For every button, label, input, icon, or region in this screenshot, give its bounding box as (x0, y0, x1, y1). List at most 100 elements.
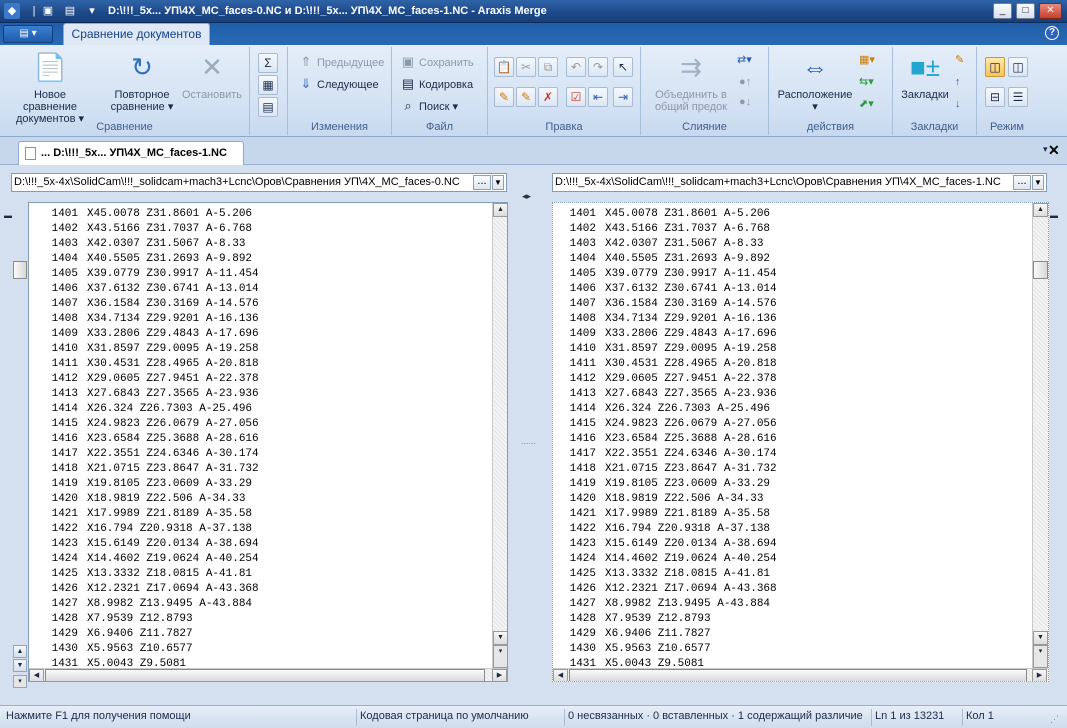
right-scroll-right-icon[interactable]: ▶ (1032, 669, 1047, 681)
left-overview-thumb[interactable] (13, 261, 27, 279)
mode-stacked-icon[interactable]: ☰ (1008, 87, 1028, 107)
copy-icon[interactable]: ⧉ (538, 57, 558, 77)
options-icon[interactable]: ▤ (258, 97, 278, 117)
cut-icon[interactable]: ✂ (516, 57, 536, 77)
quick-access-dropdown-icon[interactable]: ▾ (84, 3, 100, 19)
line-text: X6.9406 Z11.7827 (605, 628, 711, 640)
left-browse-button[interactable]: ... (473, 175, 491, 190)
xml-icon[interactable]: ▦▾ (859, 51, 875, 69)
right-scroll-left-icon[interactable]: ◀ (553, 669, 568, 681)
bookmark-down-icon[interactable]: ↓ (955, 95, 961, 113)
right-text-pane[interactable]: 1401 X45.0078 Z31.8601 A-5.206 1402 X43.516… (552, 202, 1049, 682)
right-scroll-down-icon[interactable]: ▼ (1033, 631, 1048, 645)
left-scroll-down-icon[interactable]: ▼ (493, 631, 507, 645)
merge-arrows-icon[interactable]: ⇄▾ (737, 51, 752, 69)
repeat-compare-button[interactable]: ↻ Повторное сравнение ▾ (104, 51, 180, 113)
help-icon[interactable]: ? (1045, 26, 1059, 40)
maximize-button[interactable]: □ (1016, 3, 1035, 19)
new-compare-button[interactable]: 📄 Новое сравнение документов ▾ (6, 51, 94, 125)
edit-up-icon[interactable]: ✎ (494, 87, 514, 107)
left-horizontal-scrollbar[interactable]: ◀ ▶ (29, 668, 507, 681)
right-path-dropdown-icon[interactable]: ▼ (1032, 175, 1044, 190)
close-window-button[interactable]: ✕ (1039, 3, 1062, 19)
edit-delete-icon[interactable]: ✗ (538, 87, 558, 107)
new-compare-label: Новое сравнение документов (15, 89, 78, 125)
left-scroll-right-icon[interactable]: ▶ (492, 669, 507, 681)
layout-button[interactable]: ⇔ Расположение ▾ (775, 51, 855, 113)
splitter-arrows-icon[interactable]: ◂▸ (522, 191, 531, 202)
undo-icon[interactable]: ↶ (566, 57, 586, 77)
save-quick-icon[interactable]: ▣ (40, 3, 56, 19)
select-cursor-icon[interactable]: ↖ (613, 57, 633, 77)
code-line: 1404 X40.5505 Z31.2693 A-9.892 (29, 252, 259, 267)
mode-rows-icon[interactable]: ⊟ (985, 87, 1005, 107)
merge-dot-down-icon[interactable]: ●↓ (739, 93, 751, 111)
redo-icon[interactable]: ↷ (588, 57, 608, 77)
left-scroll-bottom-icon[interactable]: ▼ (13, 659, 27, 672)
document-tab[interactable]: ... D:\!!!_5x... УП\4X_MC_faces-1.NC (18, 141, 244, 165)
encoding-button[interactable]: ▤ Кодировка (400, 75, 473, 93)
indent-right-icon[interactable]: ⇥ (613, 87, 633, 107)
bookmarks-button[interactable]: ■± Закладки (897, 51, 953, 101)
right-scroll-next-diff-icon[interactable]: ▾ (1033, 645, 1048, 668)
export-icon[interactable]: ⬈▾ (859, 95, 874, 113)
bookmark-edit-icon[interactable]: ✎ (955, 51, 964, 69)
right-browse-button[interactable]: ... (1013, 175, 1031, 190)
left-file-path-field[interactable]: D:\!!!_5x-4x\SolidCam\!!!_solidcam+mach3… (11, 173, 507, 192)
edit-check-icon[interactable]: ☑ (566, 87, 586, 107)
left-scroll-mark-icon[interactable]: ▾ (13, 675, 27, 688)
left-horizontal-thumb[interactable] (45, 669, 485, 681)
right-vertical-scrollbar[interactable]: ▲ ▼ ▾ (1032, 203, 1048, 668)
right-file-path-field[interactable]: D:\!!!_5x-4x\SolidCam\!!!_solidcam+mach3… (552, 173, 1047, 192)
search-button[interactable]: ⌕ Поиск ▾ (400, 97, 458, 115)
report-icon[interactable]: ▦ (258, 75, 278, 95)
resize-grip-icon[interactable]: ⋰ (1050, 714, 1059, 725)
line-number: 1428 (51, 613, 78, 625)
left-scroll-next-diff-icon[interactable]: ▾ (493, 645, 507, 668)
previous-change-button[interactable]: ⇑ Предыдущее (298, 53, 385, 71)
code-line: 1406 X37.6132 Z30.6741 A-13.014 (553, 282, 777, 297)
next-change-button[interactable]: ⇓ Следующее (298, 75, 379, 93)
merge-dot-up-icon[interactable]: ●↑ (739, 73, 751, 91)
left-scroll-up-icon[interactable]: ▲ (493, 203, 507, 217)
line-number: 1410 (51, 343, 78, 355)
indent-left-icon[interactable]: ⇤ (588, 87, 608, 107)
left-text-pane[interactable]: 1401 X45.0078 Z31.8601 A-5.206 1402 X43.516… (28, 202, 508, 682)
line-number: 1403 (51, 238, 78, 250)
right-scroll-up-icon[interactable]: ▲ (1033, 203, 1048, 217)
splitter-handle[interactable]: ...... (521, 436, 536, 446)
bookmark-up-icon[interactable]: ↑ (955, 73, 961, 91)
code-line: 1415 X24.9823 Z26.0679 A-27.056 (553, 417, 777, 432)
document-tab-bar: ... D:\!!!_5x... УП\4X_MC_faces-1.NC ✕ ▾ (0, 137, 1067, 165)
paste-icon[interactable]: 📋 (494, 57, 514, 77)
app-icon[interactable]: ◆ (4, 3, 20, 19)
left-scroll-top-icon[interactable]: ▲ (13, 645, 27, 658)
application-menu-button[interactable]: ▤ ▾ (3, 25, 53, 43)
sum-icon[interactable]: Σ (258, 53, 278, 73)
stop-button[interactable]: ✕ Остановить (180, 51, 244, 101)
line-text: X15.6149 Z20.0134 A-38.694 (87, 538, 259, 550)
edit-down-icon[interactable]: ✎ (516, 87, 536, 107)
mode-columns-icon[interactable]: ◫ (1008, 57, 1028, 77)
tab-document-comparison[interactable]: Сравнение документов (63, 23, 210, 45)
mode-side-by-side-icon[interactable]: ◫ (985, 57, 1005, 77)
left-path-dropdown-icon[interactable]: ▼ (492, 175, 504, 190)
line-text: X22.3551 Z24.6346 A-30.174 (605, 448, 777, 460)
code-line: 1424 X14.4602 Z19.0624 A-40.254 (29, 552, 259, 567)
merge-common-ancestor-button[interactable]: ⇉ Объединить в общий предок (647, 51, 735, 113)
swap-icon[interactable]: ⇆▾ (859, 73, 874, 91)
left-vertical-scrollbar[interactable]: ▲ ▼ ▾ (492, 203, 507, 668)
open-quick-icon[interactable]: ▤ (62, 3, 78, 19)
save-button[interactable]: ▣ Сохранить (400, 53, 474, 71)
line-text: X17.9989 Z21.8189 A-35.58 (605, 508, 771, 520)
minimize-button[interactable]: _ (993, 3, 1012, 19)
status-help-text: Нажмите F1 для получения помощи (6, 710, 191, 722)
code-line: 1420 X18.9819 Z22.506 A-34.33 (29, 492, 259, 507)
right-vertical-thumb[interactable] (1033, 261, 1048, 279)
left-scroll-left-icon[interactable]: ◀ (29, 669, 44, 681)
close-tab-icon[interactable]: ✕ (1048, 142, 1060, 159)
line-text: X42.0307 Z31.5067 A-8.33 (87, 238, 246, 250)
right-horizontal-scrollbar[interactable]: ◀ ▶ (553, 668, 1048, 681)
tab-menu-icon[interactable]: ▾ (1043, 144, 1048, 155)
right-horizontal-thumb[interactable] (569, 669, 1027, 681)
